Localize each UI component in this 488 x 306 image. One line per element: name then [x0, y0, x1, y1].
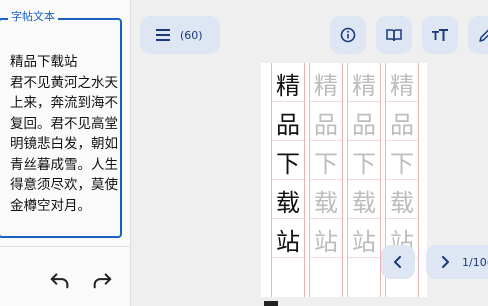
info-button[interactable]	[330, 16, 366, 54]
undo-button[interactable]	[46, 266, 74, 294]
book-button[interactable]	[376, 16, 412, 54]
edit-icon	[479, 29, 488, 42]
sheet-char: 下	[390, 150, 414, 178]
sheet-char: 站	[276, 228, 300, 256]
next-page-button[interactable]: 1/10(	[426, 245, 488, 279]
redo-icon	[93, 273, 112, 289]
menu-count: (60)	[180, 28, 203, 42]
page-indicator: 1/10(	[462, 255, 488, 269]
sheet-char: 站	[314, 228, 338, 256]
sheet-char: 下	[276, 150, 300, 178]
sheet-char: 品	[276, 111, 300, 139]
panel-divider	[0, 246, 130, 247]
menu-button[interactable]: (60)	[140, 16, 220, 54]
font-size-button[interactable]	[422, 16, 458, 54]
info-icon	[340, 27, 356, 43]
sheet-char: 精	[352, 72, 376, 100]
sheet-char: 载	[314, 189, 338, 217]
sheet-column: 精 品 下 载 站	[271, 63, 305, 297]
sheet-char: 品	[314, 111, 338, 139]
text-field-label: 字帖文本	[8, 10, 58, 24]
book-icon	[386, 29, 402, 42]
text-panel: 精品下载站 君不见黄河之水天上来，奔流到海不复回。君不见高堂明镜悲白发，朝如青丝…	[0, 0, 131, 306]
menu-icon	[156, 29, 170, 41]
undo-icon	[50, 273, 69, 289]
sheet-char: 品	[390, 111, 414, 139]
sheet-char: 下	[314, 150, 338, 178]
sheet-char: 精	[314, 72, 338, 100]
sheet-char: 下	[352, 150, 376, 178]
scroll-indicator	[264, 301, 278, 306]
sheet-column: 精 品 下 载 站	[347, 63, 381, 297]
sheet-char: 站	[352, 228, 376, 256]
sheet-char: 精	[276, 72, 300, 100]
chevron-left-icon	[394, 256, 401, 268]
sheet-char: 精	[390, 72, 414, 100]
text-input-content[interactable]: 精品下载站 君不见黄河之水天上来，奔流到海不复回。君不见高堂明镜悲白发，朝如青丝…	[10, 52, 118, 216]
edit-button[interactable]	[468, 16, 488, 54]
sheet-char: 载	[390, 189, 414, 217]
sheet-char: 品	[352, 111, 376, 139]
font-size-icon	[432, 29, 448, 41]
chevron-right-icon	[442, 256, 449, 268]
text-input-field[interactable]: 精品下载站 君不见黄河之水天上来，奔流到海不复回。君不见高堂明镜悲白发，朝如青丝…	[0, 18, 122, 238]
sheet-char: 载	[276, 189, 300, 217]
sheet-char: 载	[352, 189, 376, 217]
sheet-column: 精 品 下 载 站	[309, 63, 343, 297]
prev-page-button[interactable]	[381, 245, 415, 279]
redo-button[interactable]	[88, 266, 116, 294]
